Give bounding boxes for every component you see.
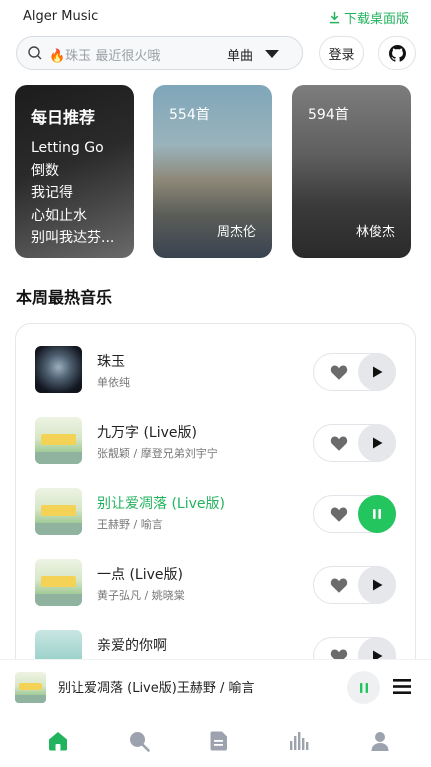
daily-recommend-title: 每日推荐	[31, 108, 96, 127]
list-item[interactable]: 九万字 (Live版) 张靓颖 / 摩登兄弟刘宇宁	[16, 407, 415, 471]
list-item[interactable]: 一点 (Live版) 黄子弘凡 / 姚晓棠	[16, 549, 415, 613]
heart-icon[interactable]	[330, 577, 348, 594]
download-icon	[329, 11, 340, 24]
tab-search[interactable]	[126, 728, 152, 754]
github-icon	[388, 44, 406, 62]
tab-home[interactable]	[45, 728, 71, 754]
mini-player[interactable]: 别让爱凋落 (Live版)王赫野 / 喻言	[0, 659, 431, 713]
artist-card[interactable]: 594首 林俊杰	[292, 85, 411, 258]
daily-recommend-card[interactable]: 每日推荐 Letting Go 倒数 我记得 心如止水 别叫我达芬...	[15, 85, 134, 258]
song-title: 一点 (Live版)	[97, 567, 183, 583]
pause-icon	[373, 509, 381, 519]
song-artist: 张靓颖 / 摩登兄弟刘宇宁	[97, 447, 218, 460]
tab-user[interactable]	[367, 728, 393, 754]
daily-song-item: 别叫我达芬...	[31, 230, 115, 246]
artist-name: 林俊杰	[355, 225, 395, 240]
section-title: 本周最热音乐	[16, 288, 113, 307]
song-artist: 王赫野 / 喻言	[97, 518, 163, 531]
play-button[interactable]	[358, 353, 396, 391]
top-bar: Alger Music 下载桌面版	[0, 0, 431, 34]
play-icon	[373, 437, 383, 449]
artist-song-count: 554首	[169, 107, 210, 123]
chart-icon	[290, 732, 309, 750]
song-title: 亲爱的你啊	[97, 638, 167, 654]
album-cover	[35, 346, 82, 393]
daily-song-item: 我记得	[31, 185, 73, 201]
heart-icon[interactable]	[330, 506, 348, 523]
playlist-menu-icon[interactable]	[393, 678, 411, 695]
user-icon	[371, 732, 389, 751]
song-controls	[313, 424, 396, 462]
app-title: Alger Music	[23, 9, 99, 24]
play-button[interactable]	[358, 566, 396, 604]
song-artist: 单依纯	[97, 376, 130, 389]
artist-song-count: 594首	[308, 107, 349, 123]
search-icon	[130, 732, 150, 752]
song-controls	[313, 495, 396, 533]
album-cover	[35, 559, 82, 606]
pause-button[interactable]	[358, 495, 396, 533]
daily-song-item: 倒数	[31, 162, 59, 179]
github-button[interactable]	[378, 36, 416, 70]
playlist-icon	[210, 731, 227, 751]
artist-name: 周杰伦	[216, 225, 256, 240]
list-item[interactable]: 别让爱凋落 (Live版) 王赫野 / 喻言	[16, 478, 415, 542]
login-button[interactable]: 登录	[319, 36, 364, 70]
app: Alger Music 下载桌面版 🔥珠玉 最近很火哦 单曲 登录 每日推荐 L…	[0, 0, 431, 767]
now-playing-cover	[15, 672, 46, 703]
album-cover	[35, 488, 82, 535]
bottom-tab-bar	[0, 713, 431, 767]
heart-icon[interactable]	[330, 435, 348, 452]
search-bar[interactable]: 🔥珠玉 最近很火哦 单曲	[16, 36, 303, 70]
tab-playlist[interactable]	[206, 728, 232, 754]
song-title: 珠玉	[97, 354, 125, 370]
tab-charts[interactable]	[286, 728, 312, 754]
daily-song-item: 心如止水	[31, 207, 87, 224]
daily-song-list: Letting Go 倒数 我记得 心如止水 别叫我达芬...	[31, 137, 131, 250]
song-controls	[313, 353, 396, 391]
song-title: 九万字 (Live版)	[97, 425, 197, 441]
daily-song-item: Letting Go	[31, 140, 104, 156]
chevron-down-icon[interactable]	[265, 50, 279, 58]
list-item[interactable]: 珠玉 单依纯	[16, 336, 415, 400]
play-icon	[373, 366, 383, 378]
song-title: 别让爱凋落 (Live版)	[97, 496, 225, 512]
heart-icon[interactable]	[330, 364, 348, 381]
now-playing-text: 别让爱凋落 (Live版)王赫野 / 喻言	[58, 681, 255, 696]
song-artist: 黄子弘凡 / 姚晓棠	[97, 589, 185, 602]
home-icon	[49, 732, 67, 751]
search-input[interactable]: 🔥珠玉 最近很火哦	[49, 45, 160, 64]
play-button[interactable]	[358, 424, 396, 462]
song-controls	[313, 566, 396, 604]
download-label: 下载桌面版	[343, 12, 409, 27]
album-cover	[35, 417, 82, 464]
play-icon	[373, 579, 383, 591]
download-desktop-link[interactable]: 下载桌面版	[328, 8, 409, 27]
mini-pause-button[interactable]	[347, 671, 380, 704]
pause-icon	[359, 682, 368, 693]
search-type-select[interactable]: 单曲	[227, 45, 253, 64]
search-icon	[28, 46, 42, 60]
artist-card[interactable]: 554首 周杰伦	[153, 85, 272, 258]
